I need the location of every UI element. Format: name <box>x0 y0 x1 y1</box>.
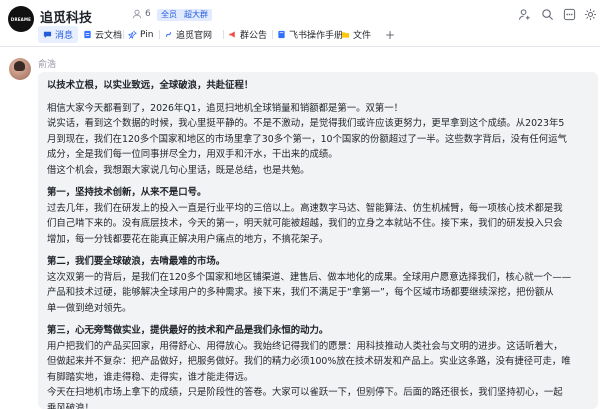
badge-super-group: 超大群 <box>180 9 212 21</box>
tab-divider <box>159 30 160 39</box>
sender-name[interactable]: 俞浩 <box>38 57 56 70</box>
message-line: 说实话，看到这个数据的时候，我心里挺平静的。不是不激动，是觉得我们或许应该更努力… <box>47 118 565 129</box>
tab-label: 云文档 <box>95 31 123 41</box>
folder-icon <box>341 32 350 38</box>
message-line: 乘风破浪！ <box>47 402 94 409</box>
message-line: 成分，全是我们每一位同事拼尽全力，用双手和汗水，干出来的成绩。 <box>47 149 338 160</box>
message-line: 相信大家今天都看到了，2026年Q1，追觅扫地机全球销量和销额都是第一。双第一！ <box>47 102 403 114</box>
message-line: 借这个机会，我想跟大家说几句心里话，既是总结，也是共勉。 <box>47 164 310 176</box>
member-count-value: 6 <box>145 9 151 19</box>
tab-label: 飞书操作手册 <box>289 31 344 41</box>
tab-divider <box>272 30 273 39</box>
badge-all-members: 全员 <box>157 9 181 21</box>
add-member-icon[interactable] <box>518 8 531 21</box>
tab-divider <box>336 30 337 39</box>
message-line: 用户把我们的产品买回家，用得舒心、用得放心。我始终记得我们的愿景：用科技推动人类… <box>47 340 563 352</box>
tab-label: + <box>385 27 396 42</box>
avatar[interactable] <box>9 58 31 80</box>
tab-label: Pin <box>140 29 154 40</box>
tab-label: 消息 <box>55 31 74 41</box>
section-heading: 第二，我们要全球破浪，去啃最难的市场。 <box>47 256 226 267</box>
megaphone-icon <box>229 31 235 38</box>
more-icon[interactable] <box>563 8 576 21</box>
tab-cloud-docs[interactable]: 云文档 <box>83 26 122 43</box>
link-icon <box>166 31 171 38</box>
tab-announcement[interactable]: 群公告 <box>228 26 267 43</box>
doc-icon <box>84 30 91 39</box>
tab-feishu-manual[interactable]: 飞书操作手册 <box>277 26 343 43</box>
message-line: 但做起来并不复杂：把产品做好，把服务做好。我们的精力必须100%放在技术研发和产… <box>47 356 571 367</box>
tab-divider <box>223 30 224 39</box>
message-line: 们自己啃下来的。没有底层技术，今天的第一，明天就可能被超越，我们的立身之本就站不… <box>47 218 563 229</box>
group-title[interactable]: 追觅科技 <box>40 7 92 26</box>
search-icon[interactable] <box>541 8 554 21</box>
tab-files[interactable]: 文件 <box>341 26 371 43</box>
message-line: 有脚踏实地，谁走得稳、走得实，谁才能走得远。 <box>47 371 254 383</box>
book-icon <box>278 30 285 39</box>
tab-label: 群公告 <box>240 31 268 41</box>
header-divider <box>0 46 600 47</box>
tab-pin[interactable]: Pin <box>128 26 153 43</box>
add-tab-button[interactable]: + <box>385 26 395 43</box>
message-icon <box>43 31 52 38</box>
member-count[interactable]: 6 <box>132 9 151 19</box>
chat-tabs: 消息 云文档 Pin 追觅官网 群公告 飞书操作手册 文件 + <box>0 26 600 43</box>
pin-icon <box>128 30 137 39</box>
person-icon <box>132 9 142 19</box>
message-line: 产品和技术过硬，能够解决全球用户的多种需求。接下来，我们不满足于“拿第一”，每个… <box>47 287 554 298</box>
tab-official-site[interactable]: 追觅官网 <box>164 26 212 43</box>
message-line: 月到现在，我们在120多个国家和地区的市场里拿了30多个第一，10个国家的份额超… <box>47 133 567 145</box>
message-line: 单一做到绝对领先。 <box>47 302 132 314</box>
settings-gear-icon[interactable] <box>584 8 597 21</box>
tab-label: 文件 <box>353 31 372 41</box>
tab-messages[interactable]: 消息 <box>38 26 79 43</box>
section-heading: 第三，心无旁骛做实业，提供最好的技术和产品是我们永恒的动力。 <box>47 325 329 336</box>
message-line: 过去几年，我们在研发上的投入一直是行业平均的三倍以上。高速数字马达、智能算法、仿… <box>47 202 563 214</box>
chat-header: DREAME 追觅科技 6 全员 超大群 <box>0 0 600 32</box>
message-line: 今天在扫地机市场上拿下的成绩，只是阶段性的答卷。大家可以雀跃一下，但别停下。后面… <box>47 387 563 398</box>
tab-divider <box>123 30 124 39</box>
message-line: 这次双第一的背后，是我们在120多个国家和地区铺渠道、建售后、做本地化的成果。全… <box>47 271 572 283</box>
message-title: 以技术立根，以实业致远，全球破浪，共赴征程！ <box>47 80 254 91</box>
message-bubble[interactable]: 以技术立根，以实业致远，全球破浪，共赴征程！ 相信大家今天都看到了，2026年Q… <box>38 72 598 409</box>
section-heading: 第一，坚持技术创新，从来不是口号。 <box>47 187 207 198</box>
tab-label: 追觅官网 <box>176 31 213 41</box>
message-line: 增加，每一分钱都要花在能真正解决用户痛点的地方，不搞花架子。 <box>47 233 329 245</box>
